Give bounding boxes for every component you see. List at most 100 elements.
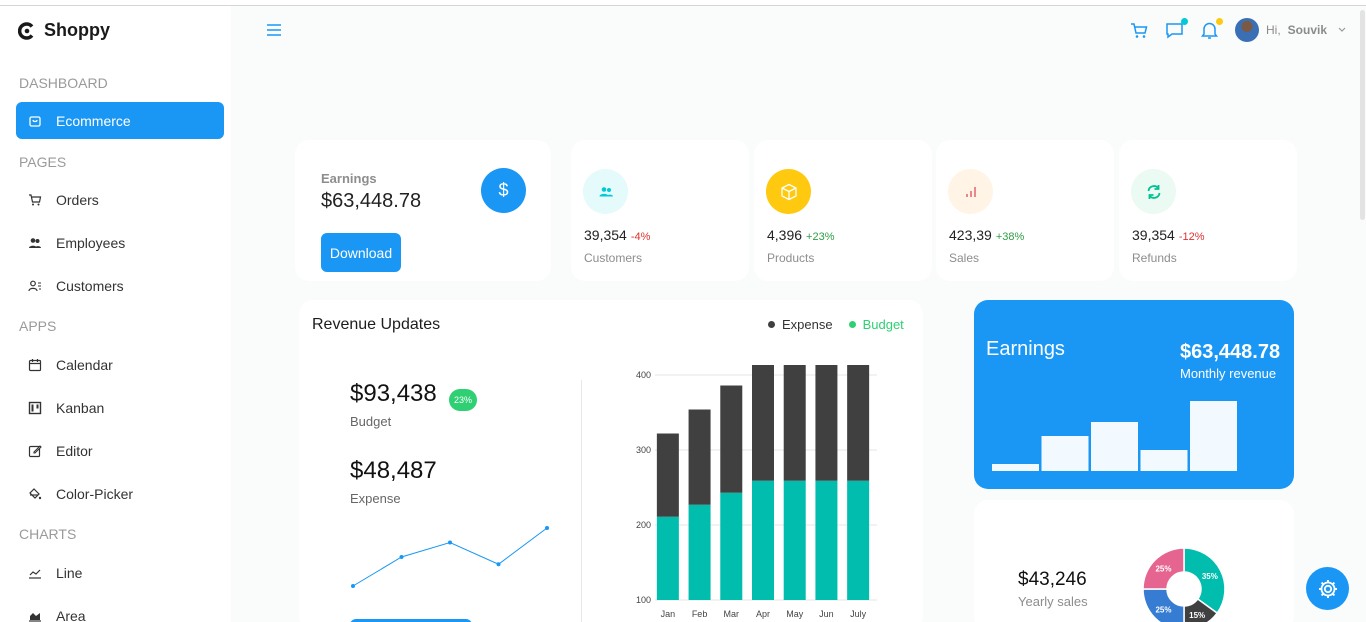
y-tick-label: 400 — [636, 370, 651, 380]
sidebar-item-label: Color-Picker — [56, 485, 134, 502]
sidebar-item-orders[interactable]: Orders — [16, 181, 224, 218]
sidebar-item-kanban[interactable]: Kanban — [16, 389, 224, 426]
legend-label: Budget — [862, 317, 904, 332]
pie-label: 15% — [1189, 611, 1205, 620]
earnings-card: Earnings $63,448.78 $ Download — [295, 140, 551, 281]
chat-notification-dot — [1181, 17, 1188, 25]
cart-button[interactable] — [1130, 21, 1149, 40]
stat-card-products: 4,396 +23% Products — [754, 140, 932, 281]
legend-budget[interactable]: Budget — [848, 317, 904, 332]
bar-budget — [688, 504, 711, 600]
stat-value: 423,39 +38% — [949, 227, 1024, 243]
stat-number: 423,39 — [949, 227, 992, 243]
chart-legend: Expense Budget — [768, 317, 904, 332]
revenue-updates-card: Revenue Updates Expense Budget $93,438 2… — [299, 300, 923, 622]
sidebar-item-color-picker[interactable]: Color-Picker — [16, 475, 224, 512]
sidebar-item-label: Calendar — [56, 356, 113, 373]
sidebar-item-editor[interactable]: Editor — [16, 432, 224, 469]
bag-icon — [29, 115, 41, 127]
stat-value: 4,396 +23% — [767, 227, 835, 243]
user-profile[interactable]: Hi, Souvik — [1235, 18, 1346, 42]
sidebar-item-label: Ecommerce — [56, 112, 131, 129]
stat-label: Customers — [584, 251, 643, 265]
legend-dot — [848, 321, 856, 328]
sparkline-point — [545, 526, 549, 530]
people-icon — [29, 237, 41, 248]
budget-label: Budget — [350, 414, 392, 429]
earnings-value: $63,448.78 — [1180, 341, 1281, 363]
sparkline-chart — [351, 526, 549, 588]
stat-percent: -4% — [630, 231, 651, 243]
cart-icon — [1131, 22, 1148, 38]
username: Souvik — [1287, 23, 1328, 37]
stat-percent: +23% — [806, 231, 835, 243]
sidebar-item-line[interactable]: Line — [16, 554, 224, 591]
y-tick-label: 300 — [636, 445, 651, 455]
bar-expense — [783, 365, 806, 481]
sidebar-item-calendar[interactable]: Calendar — [16, 346, 224, 383]
topbar-actions: Hi, Souvik — [1130, 17, 1346, 42]
sidebar-item-label: Employees — [56, 234, 126, 251]
monthly-bar — [1140, 450, 1188, 471]
app-logo[interactable]: Shoppy — [18, 20, 110, 41]
expense-value: $48,487 — [350, 457, 437, 484]
x-tick-label: Feb — [692, 609, 708, 619]
settings-button[interactable] — [1306, 567, 1349, 610]
monthly-bar-chart — [992, 401, 1237, 471]
sidebar-item-ecommerce[interactable]: Ecommerce — [16, 102, 224, 139]
calendar-icon — [28, 358, 42, 371]
monthly-bar — [992, 464, 1039, 471]
sidebar-item-customers[interactable]: Customers — [16, 267, 224, 304]
sparkline-point — [351, 584, 355, 588]
box-icon[interactable] — [766, 169, 811, 214]
sidebar: Shoppy DASHBOARD Ecommerce PAGES Orders … — [0, 6, 231, 622]
logo-icon — [18, 21, 34, 40]
legend-dot — [768, 321, 775, 328]
yearly-value: $43,246 — [1018, 569, 1087, 590]
legend-expense[interactable]: Expense — [768, 317, 833, 332]
stat-label: Products — [767, 251, 815, 265]
notification-button[interactable] — [1200, 17, 1223, 40]
stat-label: Refunds — [1132, 251, 1177, 265]
kanban-icon — [28, 401, 42, 414]
dollar-icon: $ — [481, 168, 526, 213]
earnings-title: Earnings — [986, 338, 1065, 360]
monthly-earnings-card: Earnings $63,448.78 Monthly revenue — [974, 300, 1294, 489]
sidebar-item-employees[interactable]: Employees — [16, 224, 224, 261]
sparkline-point — [496, 562, 501, 567]
sidebar-item-label: Area — [56, 607, 86, 622]
scrollbar[interactable] — [1360, 10, 1365, 220]
yearly-sales-card: $43,246 Yearly sales 35% 15% 25% 25% — [974, 500, 1294, 622]
bar-expense — [656, 433, 679, 517]
stat-number: 39,354 — [584, 227, 627, 243]
chevron-down-icon — [1338, 27, 1346, 32]
stat-card-refunds: 39,354 -12% Refunds — [1119, 140, 1297, 281]
bar-expense — [720, 385, 743, 493]
menu-icon[interactable] — [266, 23, 282, 37]
sidebar-item-label: Line — [56, 564, 83, 581]
refresh-icon[interactable] — [1131, 169, 1176, 214]
x-tick-label: Mar — [724, 609, 740, 619]
customer-icon — [28, 280, 41, 291]
yearly-label: Yearly sales — [1018, 594, 1088, 609]
y-tick-label: 200 — [636, 520, 651, 530]
monthly-bar — [1190, 401, 1237, 471]
bar-budget — [656, 516, 679, 600]
greeting: Hi, — [1266, 23, 1281, 37]
area-chart-icon — [29, 612, 41, 622]
earnings-title: Earnings — [321, 171, 377, 186]
earnings-subtitle: Monthly revenue — [1180, 366, 1277, 381]
download-button[interactable]: Download — [321, 233, 401, 272]
x-tick-label: July — [850, 609, 867, 619]
budget-badge: 23% — [449, 389, 477, 411]
bar-expense — [752, 365, 774, 481]
bar-budget — [815, 480, 838, 600]
bar-budget — [783, 480, 806, 600]
sidebar-item-area[interactable]: Area — [16, 597, 224, 622]
chat-button[interactable] — [1165, 17, 1188, 40]
customers-icon[interactable] — [583, 169, 628, 214]
bell-notification-dot — [1216, 17, 1223, 25]
pie-label: 25% — [1155, 564, 1171, 573]
stat-label: Sales — [949, 251, 980, 265]
bar-chart-icon[interactable] — [948, 169, 993, 214]
